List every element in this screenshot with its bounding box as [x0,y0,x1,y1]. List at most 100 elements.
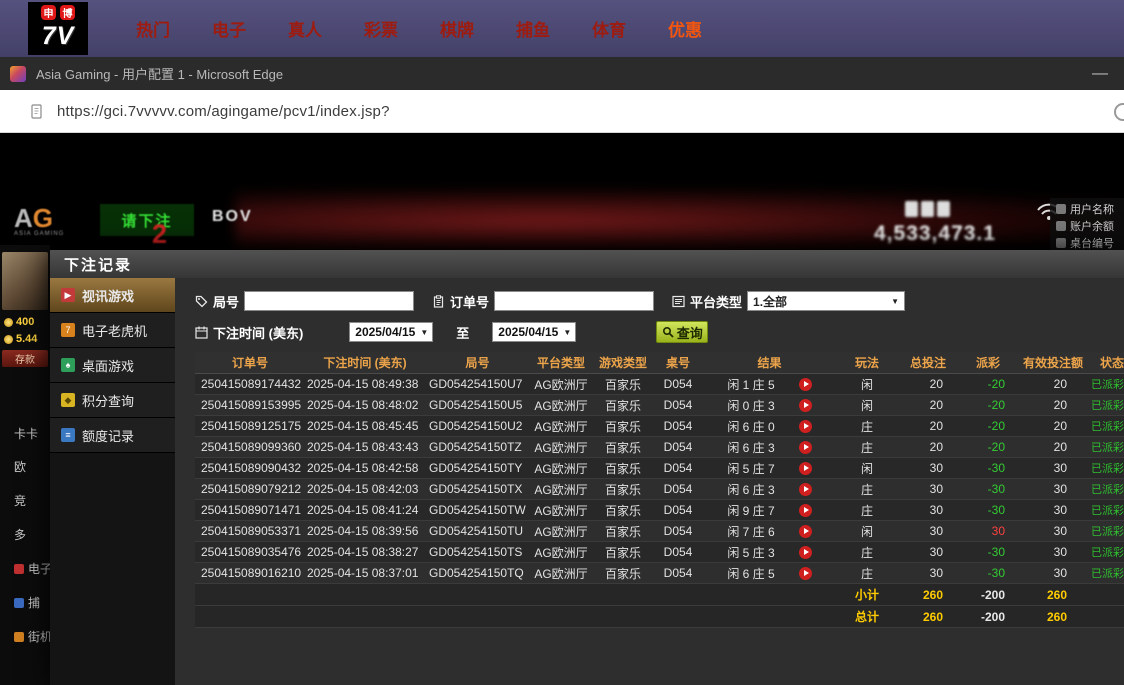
replay-button[interactable] [799,483,812,496]
date-from-value: 2025/04/15 [355,325,415,339]
table-row: 2504150890533712025-04-15 08:39:56GD0542… [195,521,1124,542]
table-game-icon: ♠ [61,358,75,372]
studio-label: BOV [212,208,253,226]
minimize-button[interactable]: — [1092,66,1108,82]
logo-text: 7V [42,20,75,52]
sidebar-fragment[interactable]: 竞 [14,492,26,509]
tab-slot-machines[interactable]: 7电子老虎机 [50,313,175,348]
cell-game-type: 百家乐 [592,395,654,415]
cell-platform-type: AG欧洲厅 [530,563,592,583]
chevron-down-icon: ▼ [415,328,433,337]
date-from-select[interactable]: 2025/04/15 ▼ [349,322,433,342]
cell-valid-bet: 20 [1017,416,1089,436]
table-row: 2504150890993602025-04-15 08:43:43GD0542… [195,437,1124,458]
col-header-payout: 派彩 [959,352,1017,373]
cell-game-type: 百家乐 [592,500,654,520]
result-text: 闲 1 庄 5 [727,376,774,393]
cell-game-type: 百家乐 [592,521,654,541]
order-id-filter: 订单号 [432,291,654,311]
to-label: 至 [456,323,469,342]
bet-time-label: 下注时间 (美东) [213,323,303,342]
top-nav-item-5[interactable]: 棋牌 [440,16,474,41]
col-header-table-no: 桌号 [654,352,702,373]
cell-game-type: 百家乐 [592,374,654,394]
replay-button[interactable] [799,462,812,475]
replay-button[interactable] [799,546,812,559]
sidebar-fragment[interactable]: 电子 [14,560,52,577]
round-id-input[interactable] [244,291,414,311]
tab-quota-records[interactable]: ≡额度记录 [50,418,175,453]
cell-play-type: 闲 [837,374,897,394]
cell-order-id: 250415089174432 [195,374,305,394]
deposit-button[interactable]: 存款 [2,350,48,367]
top-nav-item-1[interactable]: 热门 [136,16,170,41]
replay-button[interactable] [799,378,812,391]
cell-result: 闲 6 庄 3 [702,479,837,499]
tab-video-games[interactable]: ▶视讯游戏 [50,278,175,313]
cell-game-type: 百家乐 [592,437,654,457]
logo-badges: 申 博 [41,5,75,20]
user-panel-label: 账户余额 [1070,218,1114,234]
top-nav-item-4[interactable]: 彩票 [364,16,398,41]
cell-result: 闲 5 庄 3 [702,542,837,562]
sidebar-fragment[interactable]: 欧 [14,458,26,475]
sum-cell [592,606,654,627]
date-to-select[interactable]: 2025/04/15 ▼ [492,322,576,342]
cell-platform-type: AG欧洲厅 [530,374,592,394]
cell-result: 闲 1 庄 5 [702,374,837,394]
user-info-panel: 用户名称账户余额桌台编号 [1050,198,1124,253]
top-nav-item-7[interactable]: 体育 [592,16,626,41]
top-nav-item-8[interactable]: 优惠 [668,16,702,41]
sidebar-fragment[interactable]: 卡卡 [14,425,38,442]
tab-points-query[interactable]: ◆积分查询 [50,383,175,418]
cell-total-bet: 30 [897,521,959,541]
cell-total-bet: 30 [897,500,959,520]
url-text[interactable]: https://gci.7vvvvv.com/agingame/pcv1/ind… [57,103,390,120]
replay-button[interactable] [799,504,812,517]
cell-order-id: 250415089125175 [195,416,305,436]
cell-status: 已派彩 [1089,416,1124,436]
top-nav-item-3[interactable]: 真人 [288,16,322,41]
bet-time-filter: 下注时间 (美东) [195,323,303,342]
sidebar-fragment[interactable]: 捕 [14,594,40,611]
cell-valid-bet: 30 [1017,500,1089,520]
cell-bet-time: 2025-04-15 08:49:38 [305,374,425,394]
cell-round-id: GD054254150TU [425,521,530,541]
cell-payout: -30 [959,563,1017,583]
table-row: 2504150891251752025-04-15 08:45:45GD0542… [195,416,1124,437]
total-total-bet: 260 [897,606,959,627]
bet-records-modal: 下注记录 ▶视讯游戏7电子老虎机♠桌面游戏◆积分查询≡额度记录 局号 [50,250,1124,685]
top-nav-item-6[interactable]: 捕鱼 [516,16,550,41]
sidebar-fragment[interactable]: 街机 [14,628,52,645]
profile-icon[interactable] [1114,103,1124,121]
round-id-filter: 局号 [195,291,414,311]
tab-table-games[interactable]: ♠桌面游戏 [50,348,175,383]
order-id-input[interactable] [494,291,654,311]
cell-round-id: GD054254150TW [425,500,530,520]
ag-logo: AG ASIA GAMING [14,205,64,237]
cell-payout: -30 [959,479,1017,499]
cell-total-bet: 30 [897,458,959,478]
sum-cell [1089,584,1124,605]
platform-select[interactable]: 1.全部 ▼ [747,291,905,311]
sidebar-fragment[interactable]: 多 [14,526,26,543]
replay-button[interactable] [799,420,812,433]
replay-button[interactable] [799,441,812,454]
site-logo[interactable]: 申 博 7V [28,2,88,55]
cell-order-id: 250415089079212 [195,479,305,499]
search-button[interactable]: 查询 [656,321,708,343]
cell-valid-bet: 30 [1017,563,1089,583]
replay-button[interactable] [799,567,812,580]
replay-button[interactable] [799,399,812,412]
user-panel-label: 桌台编号 [1070,235,1114,251]
cell-game-type: 百家乐 [592,458,654,478]
replay-button[interactable] [799,525,812,538]
col-header-platform-type: 平台类型 [530,352,592,373]
left-sidebar-strip: 4005.44存款卡卡欧竞多电子捕街机 [0,245,50,685]
diamond-icon: ◆ [61,393,75,407]
table-number-icon [1056,238,1066,248]
top-nav-item-2[interactable]: 电子 [212,16,246,41]
result-text: 闲 5 庄 3 [727,544,774,561]
cell-valid-bet: 30 [1017,521,1089,541]
cell-payout: -30 [959,458,1017,478]
